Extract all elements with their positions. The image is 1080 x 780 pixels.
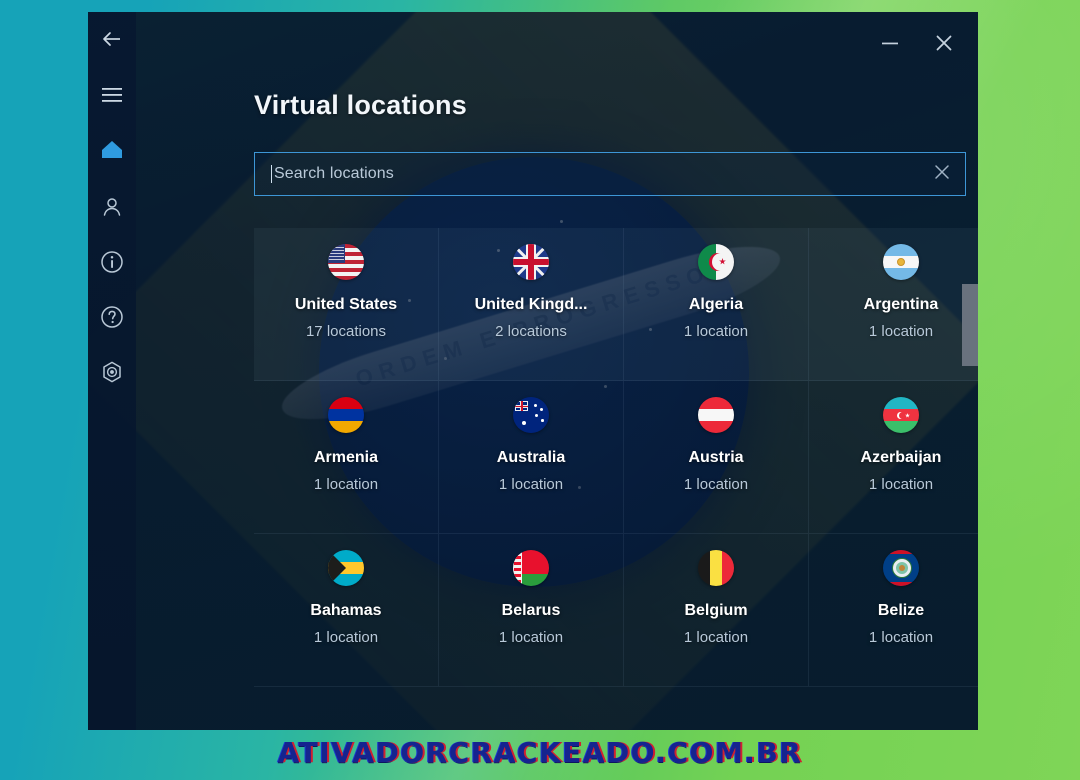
sidebar [88, 12, 136, 730]
sidebar-item-account[interactable] [88, 187, 136, 227]
location-name: Australia [496, 449, 566, 466]
sidebar-item-back[interactable] [88, 19, 136, 59]
location-name: Austria [688, 449, 744, 466]
search-placeholder: Search locations [274, 165, 394, 182]
location-tile[interactable]: United States 17 locations [254, 228, 439, 381]
flag-icon-ar [883, 244, 919, 280]
question-mark-icon [100, 305, 124, 329]
info-icon [100, 250, 124, 274]
locations-scroll-area[interactable]: United States 17 locations United Kingd...… [254, 228, 978, 730]
sidebar-item-info[interactable] [88, 242, 136, 282]
location-count: 2 locations [495, 323, 567, 340]
flag-icon-be [698, 550, 734, 586]
location-count: 1 location [683, 476, 749, 493]
text-cursor [271, 165, 272, 183]
location-count: 1 location [313, 629, 379, 646]
location-name: United States [294, 296, 398, 313]
flag-icon-dz [698, 244, 734, 280]
search-row: Search locations [254, 152, 966, 196]
flag-icon-bz [883, 550, 919, 586]
close-button[interactable] [922, 28, 966, 58]
vpn-app-window: ORDEM E PROGRESSO [88, 12, 978, 730]
location-count: 1 location [868, 323, 934, 340]
location-count: 1 location [498, 629, 564, 646]
location-name: Argentina [863, 296, 939, 313]
location-name: Armenia [313, 449, 379, 466]
location-count: 1 location [683, 629, 749, 646]
flag-icon-az [883, 397, 919, 433]
scrollbar[interactable] [962, 222, 978, 730]
search-input[interactable]: Search locations [254, 152, 966, 196]
settings-gear-icon [100, 360, 124, 384]
location-count: 1 location [868, 476, 934, 493]
sidebar-item-settings[interactable] [88, 352, 136, 392]
back-arrow-icon [101, 28, 123, 50]
sidebar-item-home[interactable] [88, 130, 136, 170]
location-name: Azerbaijan [860, 449, 942, 466]
scrollbar-thumb[interactable] [962, 284, 978, 366]
location-tile[interactable]: Belarus 1 location [439, 534, 624, 687]
location-name: Bahamas [310, 602, 382, 619]
flag-icon-us [328, 244, 364, 280]
location-tile[interactable]: Belize 1 location [809, 534, 978, 687]
minimize-button[interactable] [868, 28, 912, 58]
flag-icon-gb [513, 244, 549, 280]
search-clear-button[interactable] [931, 163, 953, 185]
flag-icon-au [513, 397, 549, 433]
location-count: 1 location [868, 629, 934, 646]
location-name: Algeria [688, 296, 744, 313]
flag-icon-bs [328, 550, 364, 586]
flag-icon-am [328, 397, 364, 433]
hamburger-menu-icon [101, 87, 123, 103]
flag-icon-by [513, 550, 549, 586]
site-watermark: ATIVADORCRACKEADO.COM.BR [277, 736, 803, 769]
location-tile[interactable]: Belgium 1 location [624, 534, 809, 687]
sidebar-item-help[interactable] [88, 297, 136, 337]
location-count: 17 locations [305, 323, 387, 340]
location-name: Belgium [684, 602, 748, 619]
sidebar-item-menu[interactable] [88, 75, 136, 115]
person-icon [101, 196, 123, 218]
location-tile[interactable]: Bahamas 1 location [254, 534, 439, 687]
location-tile[interactable]: Azerbaijan 1 location [809, 381, 978, 534]
location-count: 1 location [313, 476, 379, 493]
location-tile[interactable]: Argentina 1 location [809, 228, 978, 381]
locations-grid: United States 17 locations United Kingd...… [254, 228, 978, 687]
screen: ORDEM E PROGRESSO [0, 0, 1080, 780]
home-icon [100, 139, 124, 161]
flag-icon-at [698, 397, 734, 433]
location-name: Belize [877, 602, 925, 619]
page-title: Virtual locations [254, 90, 467, 120]
location-name: Belarus [501, 602, 561, 619]
location-tile[interactable]: United Kingd... 2 locations [439, 228, 624, 381]
location-name: United Kingd... [474, 296, 588, 313]
close-icon [934, 33, 954, 53]
location-count: 1 location [498, 476, 564, 493]
location-tile[interactable]: Austria 1 location [624, 381, 809, 534]
close-icon [933, 163, 951, 186]
location-tile[interactable]: Algeria 1 location [624, 228, 809, 381]
location-count: 1 location [683, 323, 749, 340]
minimize-icon [880, 37, 900, 49]
title-bar[interactable] [136, 12, 978, 68]
location-tile[interactable]: Australia 1 location [439, 381, 624, 534]
main-content: Virtual locations Search locations Unite… [136, 12, 978, 730]
location-tile[interactable]: Armenia 1 location [254, 381, 439, 534]
